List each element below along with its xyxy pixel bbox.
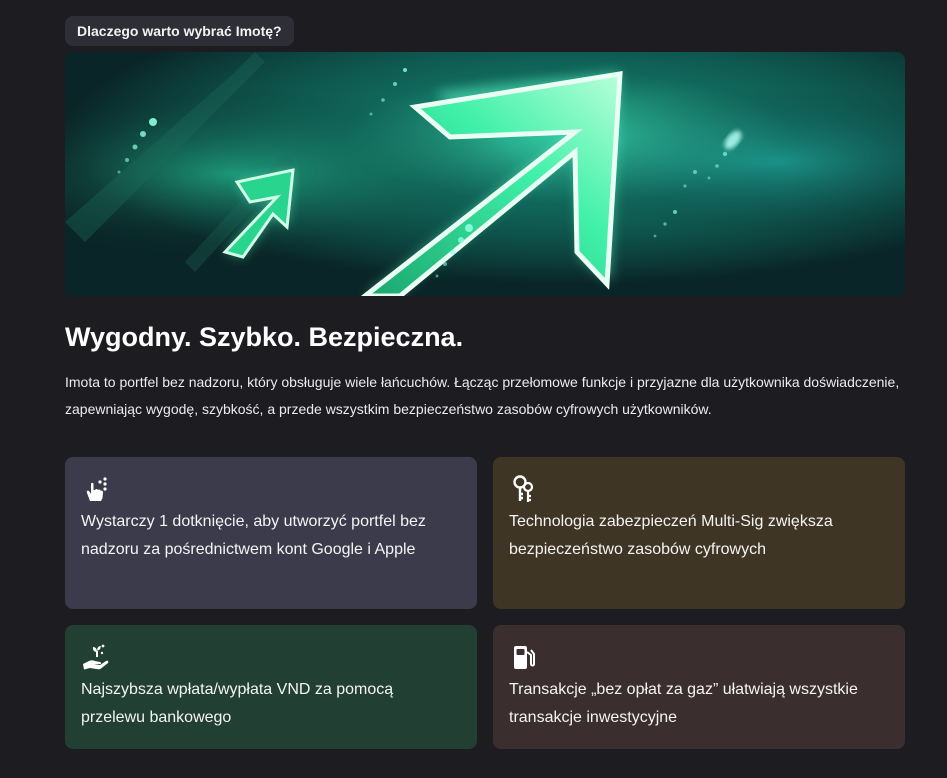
feature-card-bank-transfer: Najszybsza wpłata/wypłata VND za pomocą …: [65, 625, 477, 749]
feature-text: Najszybsza wpłata/wypłata VND za pomocą …: [81, 681, 394, 726]
feature-text: Technologia zabezpieczeń Multi-Sig zwięk…: [509, 513, 833, 558]
feature-text: Transakcje „bez opłat za gaz” ułatwiają …: [509, 681, 858, 726]
keys-icon: [513, 475, 534, 502]
page: Dlaczego warto wybrać Imotę? Wygodny. Sz…: [0, 0, 947, 778]
page-title: Wygodny. Szybko. Bezpieczna.: [65, 322, 464, 352]
page-description: Imota to portfel bez nadzoru, który obsł…: [65, 374, 900, 417]
feature-card-multisig: Technologia zabezpieczeń Multi-Sig zwięk…: [493, 457, 905, 609]
feature-card-gasless: Transakcje „bez opłat za gaz” ułatwiają …: [493, 625, 905, 749]
feature-card-tap: Wystarczy 1 dotknięcie, aby utworzyć por…: [65, 457, 477, 609]
hand-coin-icon: [83, 644, 109, 670]
arrows-up-right-illustration: [65, 52, 905, 296]
fuel-pump-icon: [514, 646, 535, 669]
feature-text: Wystarczy 1 dotknięcie, aby utworzyć por…: [81, 513, 426, 558]
tap-icon: [86, 477, 107, 501]
hero-banner: [65, 52, 905, 296]
section-tag: Dlaczego warto wybrać Imotę?: [65, 16, 294, 46]
